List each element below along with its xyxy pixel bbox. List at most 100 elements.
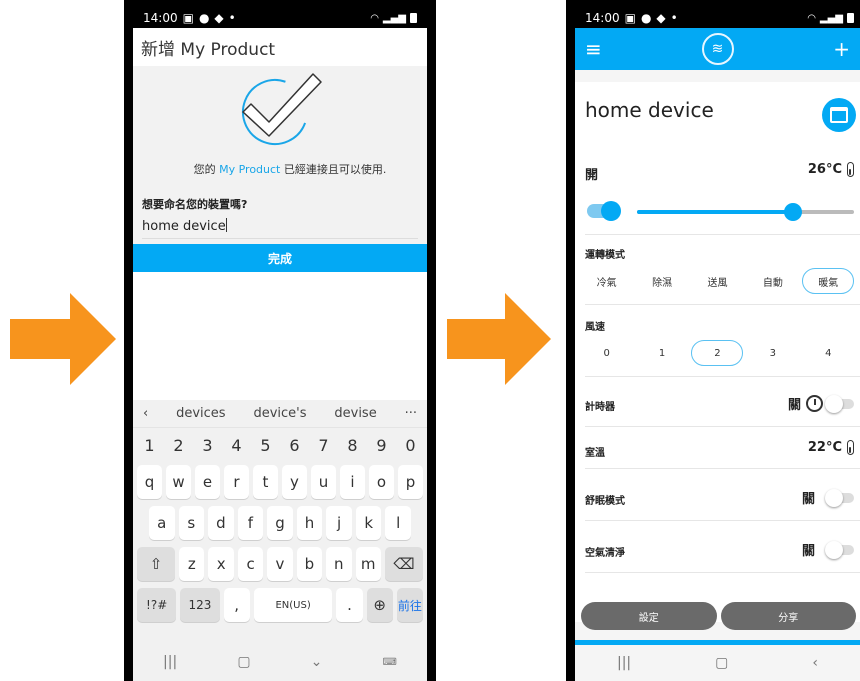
suggestion-item[interactable]: device's (253, 406, 306, 421)
home-icon[interactable]: ▢ (715, 655, 728, 671)
plus-icon[interactable]: + (833, 37, 850, 61)
arrow-right-2 (447, 293, 551, 385)
key-n[interactable]: n (326, 547, 352, 581)
key-j[interactable]: j (326, 506, 352, 540)
mode-option[interactable]: 除濕 (636, 268, 688, 294)
key-7[interactable]: 7 (311, 432, 336, 458)
back-icon[interactable]: ‹ (812, 655, 818, 671)
letter-row-a: asdfghjkl (133, 506, 427, 540)
key-c[interactable]: c (237, 547, 264, 581)
status-time: 14:00 (585, 11, 620, 25)
key-r[interactable]: r (224, 465, 249, 499)
power-toggle[interactable] (587, 201, 621, 221)
key-8[interactable]: 8 (340, 432, 365, 458)
slider-handle[interactable] (784, 203, 803, 221)
key-i[interactable]: i (340, 465, 365, 499)
fan-speed-label: 風速 (585, 322, 605, 333)
recents-icon[interactable]: ||| (617, 655, 631, 671)
fan-speed-option[interactable]: 4 (802, 340, 854, 366)
symbols-key[interactable]: !?# (137, 588, 177, 622)
key-1[interactable]: 1 (137, 432, 162, 458)
mode-label: 運轉模式 (585, 250, 625, 261)
mode-option[interactable]: 自動 (747, 268, 799, 294)
key-o[interactable]: o (369, 465, 394, 499)
key-d[interactable]: d (208, 506, 234, 540)
key-m[interactable]: m (355, 547, 381, 581)
go-key[interactable]: 前往 (396, 588, 423, 622)
comma-key[interactable]: , (223, 588, 250, 622)
key-s[interactable]: s (178, 506, 205, 540)
sleep-mode-control: 關 (802, 488, 854, 507)
chevron-left-icon[interactable]: ‹ (143, 406, 148, 421)
device-name-input[interactable]: home device (142, 218, 418, 239)
fan-speed-option[interactable]: 0 (581, 340, 633, 366)
settings-button[interactable]: 設定 (581, 602, 717, 630)
mode-option[interactable]: 送風 (691, 268, 743, 294)
key-0[interactable]: 0 (398, 432, 423, 458)
home-icon[interactable]: ▢ (237, 654, 250, 670)
key-l[interactable]: l (385, 506, 412, 540)
period-key[interactable]: . (336, 588, 363, 622)
key-g[interactable]: g (267, 506, 293, 540)
key-4[interactable]: 4 (224, 432, 249, 458)
key-x[interactable]: x (208, 547, 234, 581)
recents-icon[interactable]: ||| (163, 654, 177, 670)
room-temperature: 22°C (808, 440, 854, 455)
suggestion-item[interactable]: devise (334, 406, 376, 421)
menu-icon[interactable]: ≡ (585, 37, 602, 61)
shift-key[interactable]: ⇧ (136, 547, 176, 581)
fan-speed-option[interactable]: 2 (691, 340, 744, 366)
space-key[interactable]: EN(US) (253, 588, 333, 622)
fan-speed-option[interactable]: 1 (636, 340, 688, 366)
power-label: 開 (585, 168, 599, 183)
set-temperature: 26°C (808, 162, 854, 177)
soft-keyboard: ‹ devices device's devise ··· 1234567890… (133, 400, 427, 681)
key-e[interactable]: e (195, 465, 220, 499)
action-buttons: 設定 分享 (581, 602, 856, 630)
letter-row-z: ⇧ z x c v b n m ⌫ (133, 547, 427, 581)
system-nav-bar: ||| ▢ ⌄ ⌨ (133, 643, 427, 681)
key-k[interactable]: k (355, 506, 382, 540)
key-t[interactable]: t (253, 465, 278, 499)
key-3[interactable]: 3 (195, 432, 220, 458)
done-button[interactable]: 完成 (133, 244, 427, 272)
fan-speed-options: 01234 (575, 340, 860, 366)
numbers-key[interactable]: 123 (180, 588, 220, 622)
key-a[interactable]: a (148, 506, 175, 540)
air-purify-toggle[interactable] (825, 540, 854, 559)
page-title: 新增 My Product (133, 28, 427, 66)
key-y[interactable]: y (282, 465, 307, 499)
mode-option[interactable]: 暖氣 (802, 268, 855, 294)
timer-toggle[interactable] (825, 394, 854, 413)
key-f[interactable]: f (237, 506, 264, 540)
more-icon[interactable]: ··· (405, 406, 417, 421)
temperature-slider[interactable] (637, 203, 854, 221)
suggestion-item[interactable]: devices (176, 406, 225, 421)
chevron-down-icon[interactable]: ⌄ (311, 654, 323, 670)
shift-icon: ⇧ (149, 555, 163, 573)
globe-key[interactable]: ⊕ (366, 588, 393, 622)
sleep-mode-toggle[interactable] (825, 488, 854, 507)
key-5[interactable]: 5 (253, 432, 278, 458)
status-bar: 14:00 ▣ ● ◆ • ◠ ▂▄▆ (133, 8, 427, 28)
key-z[interactable]: z (179, 547, 205, 581)
schedule-button[interactable] (822, 98, 856, 132)
mode-option[interactable]: 冷氣 (581, 268, 633, 294)
key-w[interactable]: w (166, 465, 191, 499)
key-u[interactable]: u (311, 465, 336, 499)
air-purify-label: 空氣清淨 (585, 548, 625, 559)
key-9[interactable]: 9 (369, 432, 394, 458)
key-q[interactable]: q (137, 465, 162, 499)
share-button[interactable]: 分享 (720, 602, 856, 630)
backspace-key[interactable]: ⌫ (384, 547, 424, 581)
key-h[interactable]: h (296, 506, 323, 540)
key-6[interactable]: 6 (282, 432, 307, 458)
keyboard-icon[interactable]: ⌨ (383, 657, 397, 668)
timer-icon (806, 395, 823, 412)
key-b[interactable]: b (296, 547, 323, 581)
key-p[interactable]: p (398, 465, 423, 499)
fan-speed-option[interactable]: 3 (747, 340, 799, 366)
key-2[interactable]: 2 (166, 432, 191, 458)
key-v[interactable]: v (267, 547, 293, 581)
location-icon: ● (640, 11, 652, 25)
